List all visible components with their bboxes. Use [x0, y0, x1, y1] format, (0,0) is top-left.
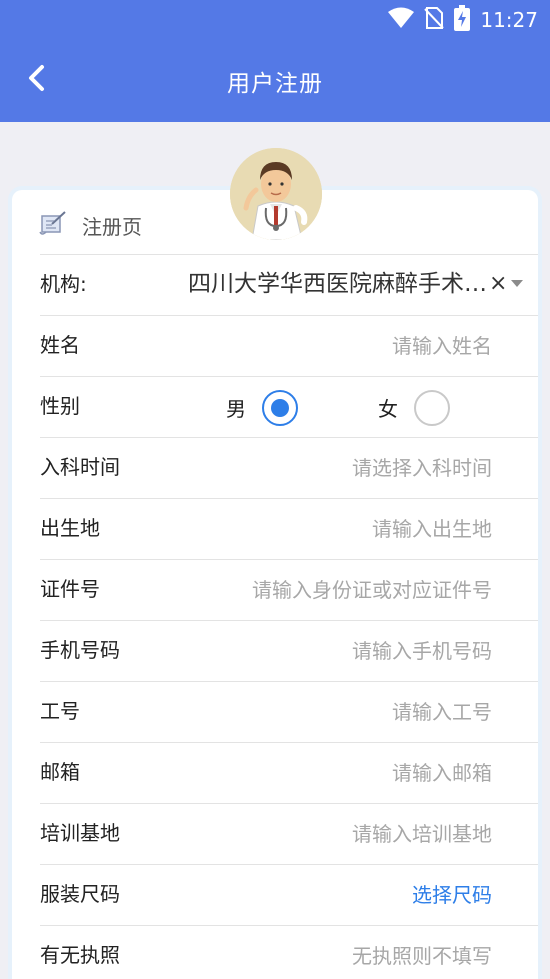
- birthplace-row: 出生地 请输入出生地: [40, 498, 538, 559]
- id-number-label: 证件号: [40, 577, 100, 601]
- staff-id-row: 工号 请输入工号: [40, 681, 538, 742]
- license-label: 有无执照: [40, 943, 120, 967]
- phone-input[interactable]: 请输入手机号码: [352, 621, 492, 681]
- id-number-input[interactable]: 请输入身份证或对应证件号: [252, 560, 492, 620]
- birthplace-input[interactable]: 请输入出生地: [372, 499, 492, 559]
- chevron-down-icon[interactable]: [511, 280, 523, 287]
- id-number-row: 证件号 请输入身份证或对应证件号: [40, 559, 538, 620]
- phone-label: 手机号码: [40, 638, 120, 662]
- page-title: 用户注册: [227, 71, 323, 97]
- card-title: 注册页: [82, 214, 142, 239]
- doctor-avatar: [230, 148, 322, 240]
- org-select[interactable]: 四川大学华西医院麻醉手术中心: [188, 255, 493, 313]
- status-time: 11:27: [480, 8, 538, 32]
- nav-bar: 用户注册: [0, 40, 550, 122]
- gender-female-label: 女: [378, 397, 398, 421]
- training-base-label: 培训基地: [40, 821, 120, 845]
- status-icons: 11:27: [388, 5, 538, 35]
- email-input[interactable]: 请输入邮箱: [392, 743, 492, 803]
- training-base-row: 培训基地 请输入培训基地: [40, 803, 538, 864]
- email-label: 邮箱: [40, 760, 80, 784]
- status-bar: 11:27: [0, 0, 550, 40]
- training-base-input[interactable]: 请输入培训基地: [352, 804, 492, 864]
- entry-date-row: 入科时间 请选择入科时间: [40, 437, 538, 498]
- close-icon[interactable]: ×: [489, 255, 507, 313]
- gender-male-option[interactable]: 男: [226, 377, 298, 438]
- staff-id-input[interactable]: 请输入工号: [392, 682, 492, 742]
- uniform-size-row: 服装尺码 选择尺码: [40, 864, 538, 925]
- staff-id-label: 工号: [40, 699, 80, 723]
- license-input[interactable]: 无执照则不填写: [352, 926, 492, 979]
- gender-male-radio[interactable]: [262, 389, 298, 426]
- gender-label: 性别: [40, 394, 80, 418]
- uniform-size-label: 服装尺码: [40, 882, 120, 906]
- scroll-pen-icon: [38, 210, 68, 240]
- entry-date-picker[interactable]: 请选择入科时间: [352, 438, 492, 498]
- battery-charging-icon: [454, 5, 471, 35]
- registration-card: 注册页 机构: 四川大学华西医院麻醉手术中心 × 姓名 请输入姓名 性别 男 女: [12, 190, 538, 979]
- registration-form: 机构: 四川大学华西医院麻醉手术中心 × 姓名 请输入姓名 性别 男 女 入科时…: [40, 254, 538, 979]
- name-input[interactable]: 请输入姓名: [392, 316, 492, 376]
- gender-row: 性别 男 女: [40, 376, 538, 437]
- no-sim-icon: [424, 6, 445, 34]
- phone-row: 手机号码 请输入手机号码: [40, 620, 538, 681]
- birthplace-label: 出生地: [40, 516, 100, 540]
- name-label: 姓名: [40, 333, 80, 357]
- org-label: 机构:: [40, 272, 87, 296]
- name-row: 姓名 请输入姓名: [40, 315, 538, 376]
- gender-female-radio[interactable]: [414, 389, 450, 426]
- wifi-icon: [388, 7, 415, 33]
- gender-female-option[interactable]: 女: [378, 377, 450, 438]
- entry-date-label: 入科时间: [40, 455, 120, 479]
- gender-male-label: 男: [226, 397, 246, 421]
- org-row: 机构: 四川大学华西医院麻醉手术中心 ×: [40, 254, 538, 315]
- card-header: 注册页: [38, 210, 142, 240]
- email-row: 邮箱 请输入邮箱: [40, 742, 538, 803]
- license-row: 有无执照 无执照则不填写: [40, 925, 538, 979]
- select-size-button[interactable]: 选择尺码: [412, 865, 492, 925]
